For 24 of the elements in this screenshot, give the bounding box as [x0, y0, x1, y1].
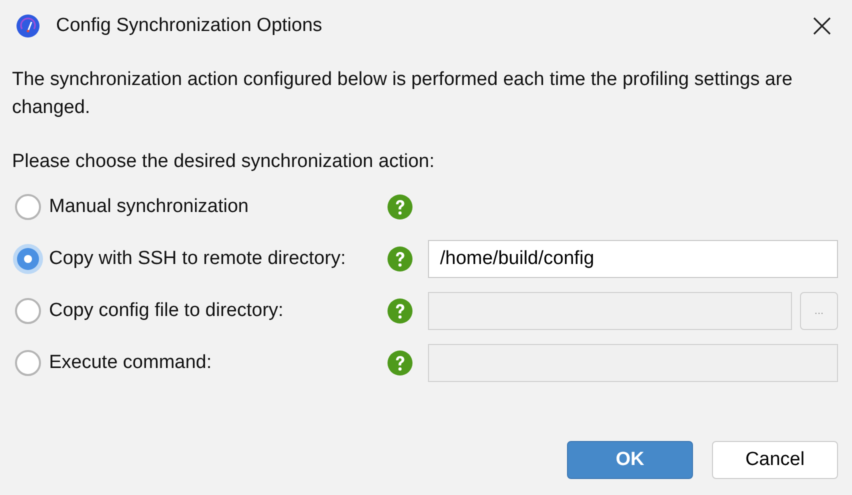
option-label: Copy config file to directory:	[49, 298, 284, 323]
radio-option[interactable]: Manual synchronization	[12, 192, 387, 222]
radio-button[interactable]	[15, 194, 41, 220]
window-title: Config Synchronization Options	[56, 14, 322, 38]
help-icon[interactable]	[387, 194, 413, 220]
text-field[interactable]: /home/build/config	[428, 240, 838, 278]
radio-button[interactable]	[15, 350, 41, 376]
option-label: Manual synchronization	[49, 194, 249, 219]
radio-option[interactable]: Copy config file to directory:	[12, 296, 387, 326]
option-label: Copy with SSH to remote directory:	[49, 246, 346, 271]
radio-option[interactable]: Execute command:	[12, 348, 387, 378]
help-icon[interactable]	[387, 246, 413, 272]
gauge-icon	[16, 14, 40, 38]
radio-button[interactable]	[13, 244, 43, 274]
radio-option[interactable]: Copy with SSH to remote directory:	[12, 244, 387, 274]
ok-button[interactable]: OK	[567, 441, 693, 479]
help-icon[interactable]	[387, 350, 413, 376]
description-text: The synchronization action configured below is performed each time the profiling settings are changed.	[12, 68, 794, 120]
radio-button[interactable]	[15, 298, 41, 324]
help-icon[interactable]	[387, 298, 413, 324]
prompt-text: Please choose the desired synchronization action:	[12, 150, 436, 174]
option-label: Execute command:	[49, 350, 212, 375]
close-icon	[813, 17, 831, 35]
cancel-button[interactable]: Cancel	[712, 441, 838, 479]
